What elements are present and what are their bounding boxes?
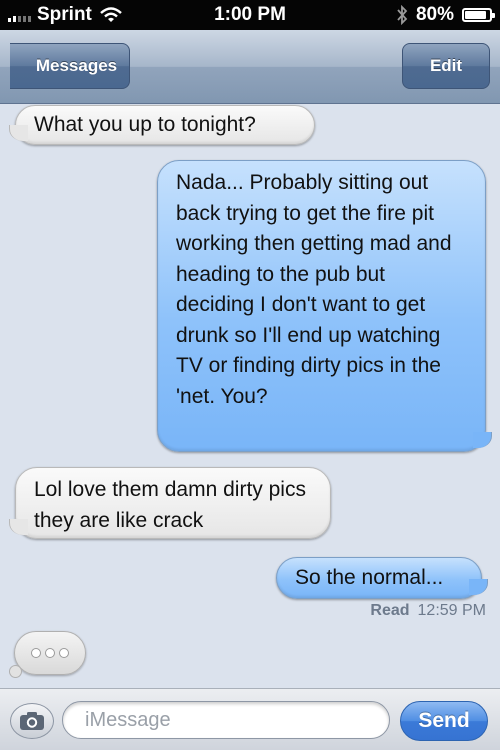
message-text: What you up to tonight? xyxy=(34,113,256,136)
message-input[interactable]: iMessage xyxy=(62,701,390,739)
message-bubble-incoming[interactable]: Lol love them damn dirty pics they are l… xyxy=(9,467,331,539)
nav-bar: Messages Edit xyxy=(0,30,500,104)
camera-icon xyxy=(20,712,44,730)
read-receipt-time: 12:59 PM xyxy=(417,602,486,619)
read-receipt-label: Read xyxy=(370,602,410,619)
message-text: So the normal... xyxy=(295,566,444,589)
send-button-label: Send xyxy=(418,709,470,732)
message-composer: iMessage Send xyxy=(0,688,500,750)
bluetooth-icon xyxy=(397,5,408,25)
status-bar: Sprint 1:00 PM 80% xyxy=(0,0,500,30)
message-text: Lol love them damn dirty pics they are l… xyxy=(34,478,306,532)
battery-percent: 80% xyxy=(415,4,454,25)
edit-button-label: Edit xyxy=(429,56,463,75)
send-button[interactable]: Send xyxy=(400,701,488,741)
edit-button[interactable]: Edit xyxy=(402,43,490,89)
read-receipt: Read 12:59 PM xyxy=(370,602,486,620)
message-bubble-outgoing[interactable]: So the normal... xyxy=(276,557,488,599)
message-bubble-outgoing[interactable]: Nada... Probably sitting out back trying… xyxy=(157,160,492,452)
back-button-label: Messages xyxy=(35,56,118,75)
camera-button[interactable] xyxy=(10,703,54,739)
message-input-placeholder: iMessage xyxy=(85,708,171,731)
typing-indicator-icon xyxy=(9,631,86,678)
message-text: Nada... Probably sitting out back trying… xyxy=(176,171,452,408)
back-button[interactable]: Messages xyxy=(10,43,130,89)
battery-icon xyxy=(462,8,495,22)
message-bubble-incoming[interactable]: What you up to tonight? xyxy=(9,105,315,145)
